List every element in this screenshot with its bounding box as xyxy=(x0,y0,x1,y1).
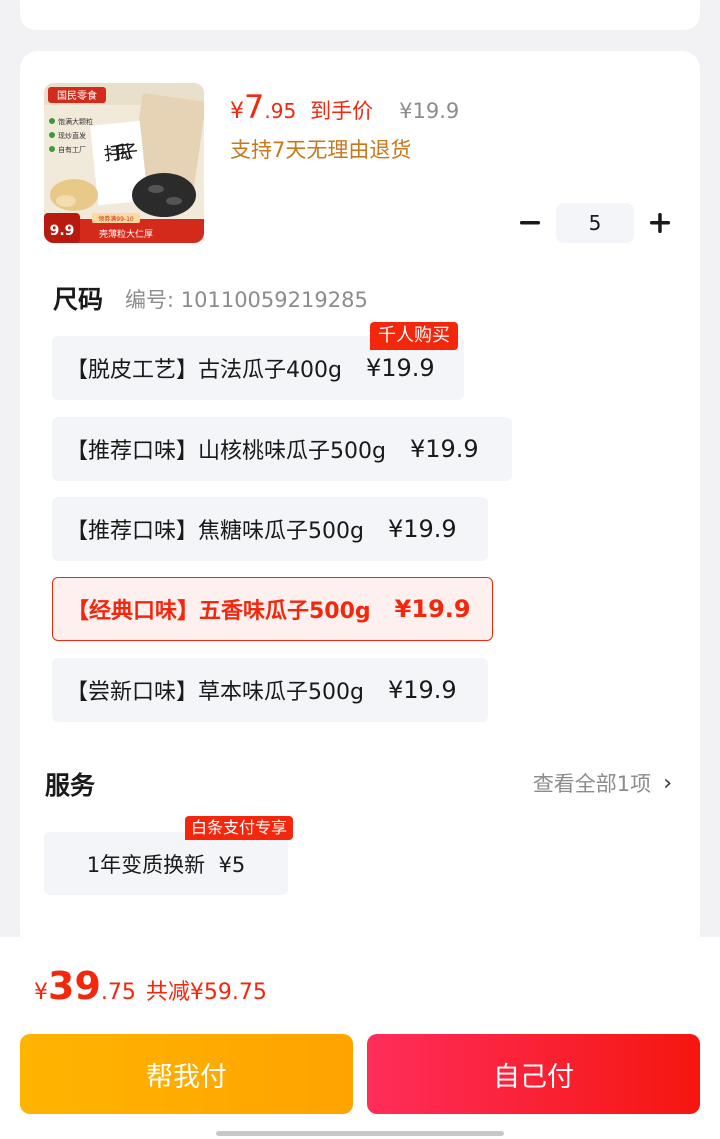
image-feature-3: 自有工厂 xyxy=(58,145,86,154)
size-option-2[interactable]: 【推荐口味】山核桃味瓜子500g ¥19.9 xyxy=(52,417,512,481)
service-badge: 白条支付专享 xyxy=(185,816,294,840)
service-title: 服务 xyxy=(45,771,96,800)
plus-icon[interactable] xyxy=(646,209,674,237)
option-label: 【脱皮工艺】古法瓜子400g xyxy=(66,358,342,383)
view-all-services-link[interactable]: 查看全部1项 › xyxy=(533,768,672,798)
total-price: ¥ 39 .75 共减¥59.75 xyxy=(34,964,267,1008)
option-price: ¥19.9 xyxy=(409,435,479,463)
minus-icon[interactable] xyxy=(516,209,544,237)
image-big-text: 打手瓜子 xyxy=(103,141,139,165)
quantity-value[interactable]: 5 xyxy=(556,203,634,243)
home-indicator xyxy=(216,1131,504,1136)
size-option-5[interactable]: 【尝新口味】草本味瓜子500g ¥19.9 xyxy=(52,658,488,722)
image-coupon: 领券满99-10 xyxy=(98,215,134,223)
chevron-right-icon: › xyxy=(663,770,672,796)
price-row: ¥ 7 .95 到手价 ¥19.9 xyxy=(230,88,459,128)
option-price: ¥19.9 xyxy=(394,595,471,623)
image-feature-2: 现炒直发 xyxy=(58,131,86,140)
previous-card xyxy=(20,0,700,30)
quantity-stepper: 5 xyxy=(516,203,676,243)
option-label: 【经典口味】五香味瓜子500g xyxy=(67,599,371,624)
original-price: ¥19.9 xyxy=(399,99,460,123)
option-label: 【推荐口味】山核桃味瓜子500g xyxy=(66,439,386,464)
total-decimal: .75 xyxy=(100,980,136,1005)
image-slogan: 壳薄粒大仁厚 xyxy=(99,228,153,240)
total-integer: 39 xyxy=(48,964,101,1008)
size-option-4-selected[interactable]: 【经典口味】五香味瓜子500g ¥19.9 xyxy=(52,577,493,641)
image-price-tag: 9.9 xyxy=(50,223,75,239)
product-image[interactable]: 国民零食 打手瓜子 饱满大颗粒 现炒直发 自有工厂 9.9 领券满99-10 壳… xyxy=(44,83,204,243)
image-feature-1: 饱满大颗粒 xyxy=(58,117,93,126)
self-pay-button[interactable]: 自己付 xyxy=(367,1034,700,1114)
product-code: 编号: 10110059219285 xyxy=(125,288,368,312)
price-decimal: .95 xyxy=(264,99,297,123)
total-savings: 共减¥59.75 xyxy=(145,980,267,1005)
size-title: 尺码 xyxy=(53,285,104,314)
option-label: 【推荐口味】焦糖味瓜子500g xyxy=(66,519,364,544)
price-integer: 7 xyxy=(244,88,265,126)
total-currency: ¥ xyxy=(34,980,48,1005)
view-all-label: 查看全部1项 xyxy=(532,772,652,796)
popular-badge: 千人购买 xyxy=(370,322,458,350)
service-option[interactable]: 1年变质换新 ¥5 xyxy=(44,832,288,895)
service-label: 1年变质换新 ¥5 xyxy=(86,852,246,877)
help-pay-button[interactable]: 帮我付 xyxy=(20,1034,353,1114)
option-price: ¥19.9 xyxy=(387,676,457,704)
image-brand-text: 国民零食 xyxy=(57,89,97,102)
option-label: 【尝新口味】草本味瓜子500g xyxy=(66,680,364,705)
option-price: ¥19.9 xyxy=(365,354,435,382)
size-option-3[interactable]: 【推荐口味】焦糖味瓜子500g ¥19.9 xyxy=(52,497,488,561)
final-price-tag: 到手价 xyxy=(310,99,374,123)
price-currency: ¥ xyxy=(230,99,244,124)
return-policy: 支持7天无理由退货 xyxy=(230,138,412,162)
option-price: ¥19.9 xyxy=(387,515,457,543)
